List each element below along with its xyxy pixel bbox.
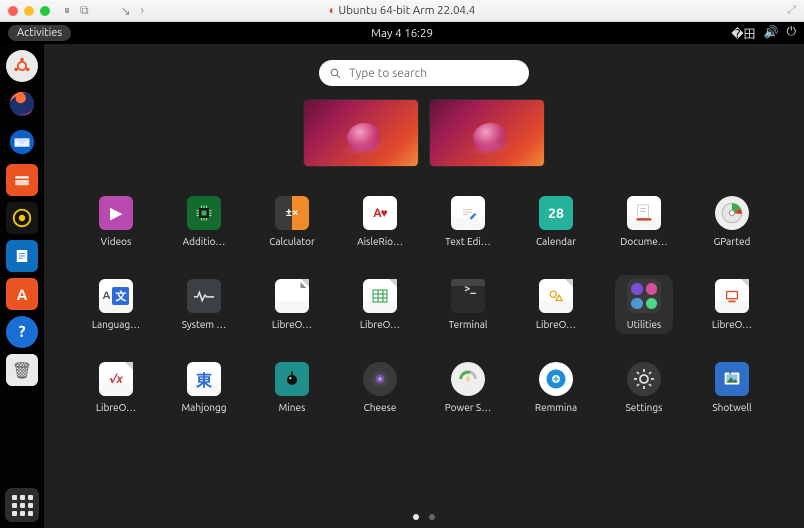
gnome-top-panel: Activities May 4 16:29 �田 🔊 ⏻: [0, 22, 804, 44]
app-libreoffice-draw[interactable]: LibreO…: [527, 275, 585, 334]
impress-icon: [723, 287, 741, 305]
disk-icon: [719, 200, 745, 226]
webcam-icon: [369, 368, 391, 390]
workspace-switcher: [304, 100, 544, 166]
app-cheese[interactable]: Cheese: [351, 358, 409, 417]
close-icon[interactable]: [8, 6, 18, 16]
dock-item-thunderbird[interactable]: [6, 126, 38, 158]
app-document-scanner[interactable]: Docume…: [615, 192, 673, 251]
calculator-icon: ±×: [286, 207, 298, 219]
dock-item-accessibility[interactable]: [6, 50, 38, 82]
host-toolbar: ⏸ ⧉ ↘ ›: [64, 4, 144, 18]
grid-icon: [12, 495, 33, 516]
mahjongg-tile-icon: 東: [196, 367, 212, 391]
dock-item-rhythmbox[interactable]: [6, 202, 38, 234]
ubuntu-logo-icon: [12, 56, 32, 76]
window-controls: [8, 6, 50, 16]
page-dot-2[interactable]: [429, 514, 435, 520]
app-system-monitor[interactable]: System …: [175, 275, 233, 334]
language-a-icon: A: [103, 290, 111, 302]
app-shotwell[interactable]: Shotwell: [703, 358, 761, 417]
app-aisleriot[interactable]: A♥AisleRio…: [351, 192, 409, 251]
show-applications-button[interactable]: [5, 488, 39, 522]
calendar-icon: 28: [548, 205, 564, 221]
app-row: √xLibreO… 東Mahjongg Mines Cheese Power S…: [87, 358, 761, 417]
draw-icon: [547, 287, 565, 305]
scanner-icon: [633, 202, 655, 224]
dock-item-trash[interactable]: 🗑: [6, 354, 38, 386]
snapshot-icon[interactable]: ⧉: [80, 4, 89, 18]
app-folder-utilities[interactable]: Utilities: [615, 275, 673, 334]
activities-overview: Type to search ▶Videos Additio… ±×Calcul…: [44, 44, 804, 528]
workspace-1[interactable]: [304, 100, 418, 166]
app-libreoffice-math[interactable]: √xLibreO…: [87, 358, 145, 417]
app-calendar[interactable]: 28Calendar: [527, 192, 585, 251]
minimize-icon[interactable]: [24, 6, 34, 16]
expand-icon[interactable]: ⤢: [787, 4, 796, 17]
chip-icon: [194, 203, 214, 223]
dock: A ? 🗑: [0, 44, 44, 528]
formula-icon: √x: [109, 373, 123, 386]
app-libreoffice-impress[interactable]: LibreO…: [703, 275, 761, 334]
app-libreoffice-calc[interactable]: LibreO…: [351, 275, 409, 334]
mine-icon: [282, 369, 302, 389]
app-language-support[interactable]: A文Languag…: [87, 275, 145, 334]
app-terminal[interactable]: >_Terminal: [439, 275, 497, 334]
dock-item-firefox[interactable]: [6, 88, 38, 120]
app-text-editor[interactable]: Text Edi…: [439, 192, 497, 251]
folder-icon: [627, 279, 661, 313]
speaker-icon: [11, 207, 33, 229]
play-icon: ▶: [110, 204, 122, 222]
ubuntu-desktop: Activities May 4 16:29 �田 🔊 ⏻ A ?: [0, 22, 804, 528]
search-icon: [329, 67, 342, 80]
files-icon: [13, 171, 31, 189]
gear-icon: [632, 367, 656, 391]
document-icon: [13, 247, 31, 265]
app-grid: ▶Videos Additio… ±×Calculator A♥AisleRio…: [87, 192, 761, 417]
search-input[interactable]: Type to search: [319, 60, 529, 86]
libreoffice-icon: ◣: [301, 281, 306, 289]
pause-icon[interactable]: ⏸: [64, 4, 70, 18]
configure-icon[interactable]: ↘: [121, 4, 131, 18]
page-dot-1[interactable]: [413, 514, 419, 520]
clock[interactable]: May 4 16:29: [0, 27, 804, 40]
pencil-icon: [458, 203, 478, 223]
host-window-titlebar: ⏸ ⧉ ↘ › ◐ Ubuntu 64-bit Arm 22.04.4 ⤢: [0, 0, 804, 22]
shopping-bag-icon: A: [17, 286, 28, 303]
search-placeholder: Type to search: [349, 67, 427, 80]
trash-icon: 🗑: [12, 361, 32, 380]
app-calculator[interactable]: ±×Calculator: [263, 192, 321, 251]
language-cjk-icon: 文: [112, 287, 129, 305]
app-settings[interactable]: Settings: [615, 358, 673, 417]
app-videos[interactable]: ▶Videos: [87, 192, 145, 251]
power-stats-icon: [457, 368, 479, 390]
cards-icon: A♥: [373, 206, 387, 220]
app-mines[interactable]: Mines: [263, 358, 321, 417]
thunderbird-icon: [7, 127, 37, 157]
photo-icon: [721, 368, 743, 390]
app-remmina[interactable]: Remmina: [527, 358, 585, 417]
app-power-statistics[interactable]: Power S…: [439, 358, 497, 417]
firefox-icon: [7, 89, 37, 119]
next-icon[interactable]: ›: [141, 4, 144, 18]
dock-item-writer[interactable]: [6, 240, 38, 272]
app-libreoffice-start[interactable]: ◣LibreO…: [263, 275, 321, 334]
app-gparted[interactable]: GParted: [703, 192, 761, 251]
dock-item-software[interactable]: A: [6, 278, 38, 310]
app-mahjongg[interactable]: 東Mahjongg: [175, 358, 233, 417]
app-row: ▶Videos Additio… ±×Calculator A♥AisleRio…: [87, 192, 761, 251]
dock-item-files[interactable]: [6, 164, 38, 196]
spreadsheet-icon: [370, 286, 390, 306]
app-additional-drivers[interactable]: Additio…: [175, 192, 233, 251]
workspace-2[interactable]: [430, 100, 544, 166]
zoom-icon[interactable]: [40, 6, 50, 16]
app-row: A文Languag… System … ◣LibreO… LibreO… >_T…: [87, 275, 761, 334]
pulse-icon: [193, 289, 215, 303]
dock-item-help[interactable]: ?: [6, 316, 38, 348]
page-indicator[interactable]: [413, 514, 435, 520]
remmina-icon: [544, 367, 568, 391]
